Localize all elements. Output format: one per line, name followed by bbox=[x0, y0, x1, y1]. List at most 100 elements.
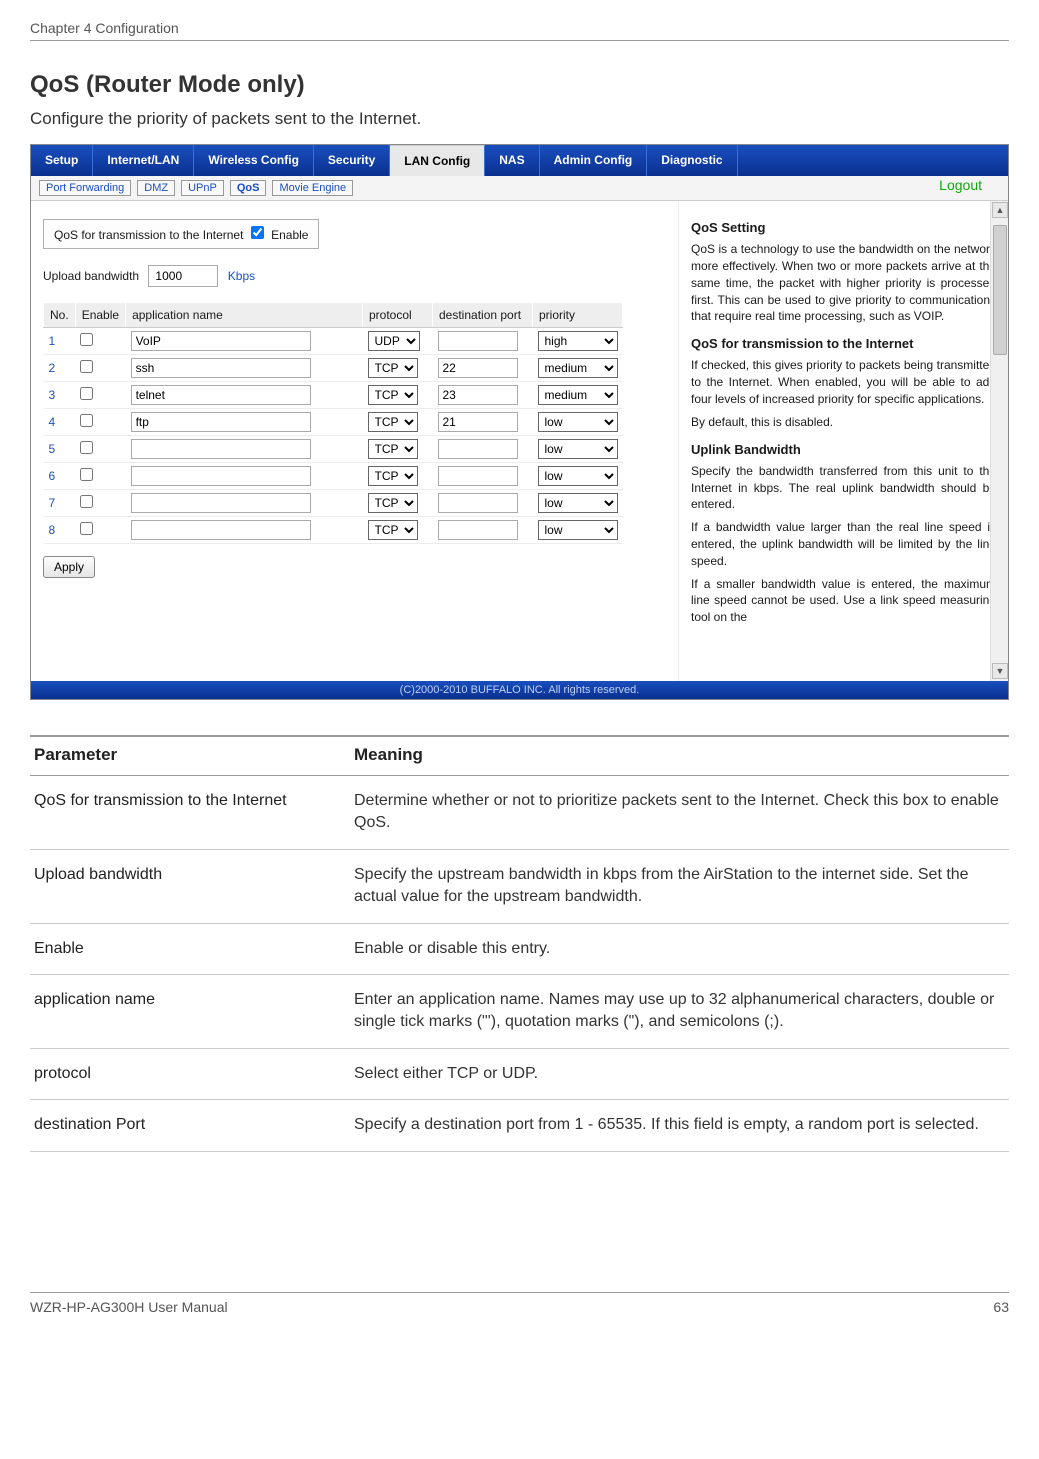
protocol-select[interactable]: UDP bbox=[368, 331, 420, 351]
protocol-select[interactable]: TCP bbox=[368, 412, 418, 432]
row-no: 2 bbox=[44, 355, 76, 382]
upload-bandwidth-row: Upload bandwidth Kbps bbox=[43, 265, 666, 287]
parameter-table: Parameter Meaning QoS for transmission t… bbox=[30, 735, 1009, 1152]
row-enable-checkbox[interactable] bbox=[80, 468, 93, 481]
row-no: 5 bbox=[44, 436, 76, 463]
priority-select[interactable]: low bbox=[538, 412, 618, 432]
main-tab-nas[interactable]: NAS bbox=[485, 145, 539, 176]
row-no: 3 bbox=[44, 382, 76, 409]
row-enable-checkbox[interactable] bbox=[80, 387, 93, 400]
dest-port-input[interactable] bbox=[438, 520, 518, 540]
priority-select[interactable]: high bbox=[538, 331, 618, 351]
priority-select[interactable]: medium bbox=[538, 385, 618, 405]
help-p2b: By default, this is disabled. bbox=[691, 414, 996, 431]
col-destination-port: destination port bbox=[433, 303, 533, 328]
qos-enable-checkbox[interactable] bbox=[251, 226, 264, 239]
app-name-input[interactable] bbox=[131, 331, 311, 351]
main-tab-internet-lan[interactable]: Internet/LAN bbox=[93, 145, 194, 176]
row-enable-checkbox[interactable] bbox=[80, 522, 93, 535]
param-meaning: Select either TCP or UDP. bbox=[350, 1048, 1009, 1099]
protocol-select[interactable]: TCP bbox=[368, 385, 418, 405]
row-enable-checkbox[interactable] bbox=[80, 414, 93, 427]
app-name-input[interactable] bbox=[131, 520, 311, 540]
sub-tabs: Port Forwarding DMZ UPnP QoS Movie Engine bbox=[31, 176, 1008, 201]
help-p3c: If a smaller bandwidth value is entered,… bbox=[691, 576, 996, 626]
row-enable-checkbox[interactable] bbox=[80, 360, 93, 373]
app-name-input[interactable] bbox=[131, 493, 311, 513]
protocol-select[interactable]: TCP bbox=[368, 493, 418, 513]
row-enable-checkbox[interactable] bbox=[80, 441, 93, 454]
table-row: 3 TCP medium bbox=[44, 382, 623, 409]
param-row: application nameEnter an application nam… bbox=[30, 974, 1009, 1048]
row-no: 1 bbox=[44, 328, 76, 355]
app-name-input[interactable] bbox=[131, 466, 311, 486]
help-h3: Uplink Bandwidth bbox=[691, 441, 996, 459]
priority-select[interactable]: low bbox=[538, 439, 618, 459]
sub-tab-movie-engine[interactable]: Movie Engine bbox=[272, 180, 353, 196]
router-ui-screenshot: SetupInternet/LANWireless ConfigSecurity… bbox=[30, 144, 1009, 700]
copyright-bar: (C)2000-2010 BUFFALO INC. All rights res… bbox=[31, 681, 1008, 699]
param-row: protocolSelect either TCP or UDP. bbox=[30, 1048, 1009, 1099]
main-tab-lan-config[interactable]: LAN Config bbox=[390, 145, 485, 176]
dest-port-input[interactable] bbox=[438, 493, 518, 513]
protocol-select[interactable]: TCP bbox=[368, 439, 418, 459]
main-tab-admin-config[interactable]: Admin Config bbox=[540, 145, 648, 176]
col-enable: Enable bbox=[75, 303, 125, 328]
table-row: 6TCPlow bbox=[44, 463, 623, 490]
scroll-thumb[interactable] bbox=[993, 225, 1007, 355]
main-tab-wireless-config[interactable]: Wireless Config bbox=[194, 145, 314, 176]
dest-port-input[interactable] bbox=[438, 385, 518, 405]
row-no: 4 bbox=[44, 409, 76, 436]
col-priority: priority bbox=[533, 303, 623, 328]
apply-button[interactable]: Apply bbox=[43, 556, 95, 578]
dest-port-input[interactable] bbox=[438, 439, 518, 459]
protocol-select[interactable]: TCP bbox=[368, 520, 418, 540]
app-name-input[interactable] bbox=[131, 439, 311, 459]
param-meaning: Enable or disable this entry. bbox=[350, 923, 1009, 974]
app-name-input[interactable] bbox=[131, 412, 311, 432]
dest-port-input[interactable] bbox=[438, 412, 518, 432]
sub-tab-port-forwarding[interactable]: Port Forwarding bbox=[39, 180, 131, 196]
row-no: 8 bbox=[44, 517, 76, 544]
row-enable-checkbox[interactable] bbox=[80, 333, 93, 346]
scroll-down-icon[interactable]: ▼ bbox=[992, 663, 1008, 679]
row-enable-checkbox[interactable] bbox=[80, 495, 93, 508]
dest-port-input[interactable] bbox=[438, 331, 518, 351]
sub-tab-upnp[interactable]: UPnP bbox=[181, 180, 224, 196]
main-tab-setup[interactable]: Setup bbox=[31, 145, 93, 176]
footer-right: 63 bbox=[993, 1299, 1009, 1315]
help-h2: QoS for transmission to the Internet bbox=[691, 335, 996, 353]
dest-port-input[interactable] bbox=[438, 466, 518, 486]
dest-port-input[interactable] bbox=[438, 358, 518, 378]
qos-transmit-label: QoS for transmission to the Internet bbox=[54, 228, 243, 242]
col-application-name: application name bbox=[126, 303, 363, 328]
sub-tab-qos[interactable]: QoS bbox=[230, 180, 267, 196]
scrollbar[interactable]: ▲ ▼ bbox=[990, 201, 1008, 681]
sub-tab-dmz[interactable]: DMZ bbox=[137, 180, 175, 196]
main-tab-diagnostic[interactable]: Diagnostic bbox=[647, 145, 737, 176]
param-name: Upload bandwidth bbox=[30, 849, 350, 923]
param-name: application name bbox=[30, 974, 350, 1048]
param-row: destination PortSpecify a destination po… bbox=[30, 1100, 1009, 1151]
app-name-input[interactable] bbox=[131, 358, 311, 378]
priority-select[interactable]: low bbox=[538, 466, 618, 486]
section-desc: Configure the priority of packets sent t… bbox=[30, 109, 1009, 129]
help-p2: If checked, this gives priority to packe… bbox=[691, 357, 996, 407]
meaning-header: Meaning bbox=[350, 736, 1009, 776]
app-name-input[interactable] bbox=[131, 385, 311, 405]
main-tab-security[interactable]: Security bbox=[314, 145, 390, 176]
protocol-select[interactable]: TCP bbox=[368, 466, 418, 486]
upload-bandwidth-label: Upload bandwidth bbox=[43, 269, 139, 283]
col-no-: No. bbox=[44, 303, 76, 328]
protocol-select[interactable]: TCP bbox=[368, 358, 418, 378]
param-row: QoS for transmission to the InternetDete… bbox=[30, 776, 1009, 850]
priority-select[interactable]: low bbox=[538, 520, 618, 540]
upload-bandwidth-input[interactable] bbox=[148, 265, 218, 287]
priority-select[interactable]: low bbox=[538, 493, 618, 513]
help-p3: Specify the bandwidth transferred from t… bbox=[691, 463, 996, 513]
section-title: QoS (Router Mode only) bbox=[30, 71, 1009, 99]
scroll-up-icon[interactable]: ▲ bbox=[992, 202, 1008, 218]
qos-table: No.Enableapplication nameprotocoldestina… bbox=[43, 302, 623, 544]
param-meaning: Determine whether or not to prioritize p… bbox=[350, 776, 1009, 850]
priority-select[interactable]: medium bbox=[538, 358, 618, 378]
